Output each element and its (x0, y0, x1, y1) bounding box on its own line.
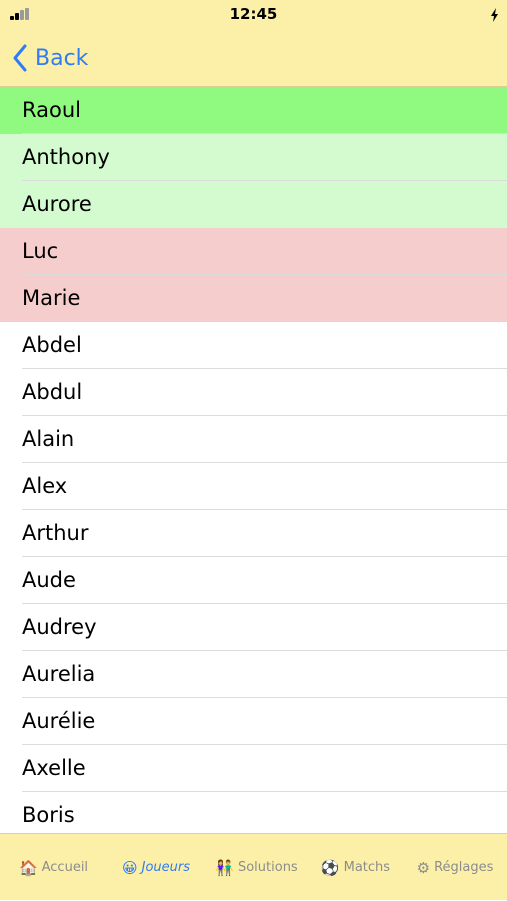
player-row[interactable]: Axelle (0, 745, 507, 792)
tab-label: Joueurs (141, 860, 191, 875)
tab-label: Matchs (343, 860, 391, 875)
player-name: Alex (22, 474, 68, 498)
tab-solutions[interactable]: 👫 Solutions (205, 834, 308, 901)
player-row[interactable]: Abdul (0, 369, 507, 416)
players-list[interactable]: Raoul Anthony Aurore Luc Marie Abdel Abd… (0, 87, 507, 833)
player-row[interactable]: Aude (0, 557, 507, 604)
player-row[interactable]: Aurélie (0, 698, 507, 745)
gear-icon: ⚙ (416, 858, 431, 877)
player-name: Axelle (22, 756, 86, 780)
player-row[interactable]: Arthur (0, 510, 507, 557)
player-name: Abdel (22, 333, 82, 357)
player-name: Arthur (22, 521, 89, 545)
player-name: Aude (22, 568, 76, 592)
tab-label: Solutions (237, 860, 298, 875)
player-row[interactable]: Luc (0, 228, 507, 275)
smiley-icon: 😀 (121, 858, 138, 877)
player-row[interactable]: Alain (0, 416, 507, 463)
tab-matchs[interactable]: ⚽ Matchs (308, 834, 403, 901)
player-row[interactable]: Aurore (0, 181, 507, 228)
tab-label: Réglages (434, 860, 494, 875)
player-row[interactable]: Abdel (0, 322, 507, 369)
ball-icon: ⚽ (320, 858, 340, 877)
navigation-header: 12:45 Back (0, 0, 507, 87)
tab-accueil[interactable]: 🏠 Accueil (0, 834, 107, 901)
tab-label: Accueil (41, 860, 89, 875)
back-label: Back (35, 45, 89, 71)
player-name: Aurélie (22, 709, 96, 733)
player-name: Aurore (22, 192, 92, 216)
back-button[interactable]: Back (12, 42, 88, 74)
player-name: Abdul (22, 380, 83, 404)
chevron-left-icon (13, 44, 27, 72)
player-row[interactable]: Boris (0, 792, 507, 833)
player-row[interactable]: Alex (0, 463, 507, 510)
status-time: 12:45 (229, 5, 278, 23)
tab-reglages[interactable]: ⚙ Réglages (403, 834, 507, 901)
tab-bar: 🏠 Accueil 😀 Joueurs 👫 Solutions ⚽ Matchs… (0, 833, 507, 900)
tab-joueurs[interactable]: 😀 Joueurs (107, 834, 205, 901)
player-name: Raoul (22, 98, 81, 122)
player-name: Luc (22, 239, 59, 263)
player-name: Audrey (22, 615, 97, 639)
player-row[interactable]: Anthony (0, 134, 507, 181)
player-row[interactable]: Raoul (0, 87, 507, 134)
player-name: Boris (22, 803, 75, 827)
player-row[interactable]: Audrey (0, 604, 507, 651)
house-icon: 🏠 (18, 858, 38, 877)
charging-bolt-icon (491, 8, 498, 22)
player-name: Aurelia (22, 662, 96, 686)
status-bar: 12:45 (0, 0, 507, 30)
player-name: Marie (22, 286, 81, 310)
people-icon: 👫 (215, 858, 234, 877)
player-row[interactable]: Marie (0, 275, 507, 322)
player-row[interactable]: Aurelia (0, 651, 507, 698)
player-name: Anthony (22, 145, 110, 169)
player-name: Alain (22, 427, 75, 451)
